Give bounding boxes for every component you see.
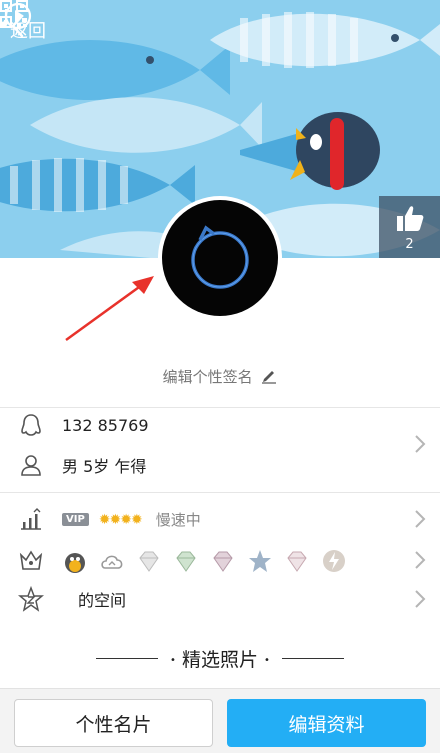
account-number: 132 85769 <box>62 415 149 435</box>
pencil-icon <box>262 371 277 384</box>
dot-icon: • <box>170 655 176 666</box>
qr-code-icon[interactable] <box>0 0 28 28</box>
qzone-row[interactable]: 的空间 <box>0 580 440 618</box>
signature-placeholder: 编辑个性签名 <box>162 368 253 386</box>
diamond-badge-icon <box>139 551 159 572</box>
star-z-icon <box>18 586 44 612</box>
penguin-account-icon <box>21 414 41 436</box>
top-navigation-bar: 返回 <box>0 0 440 60</box>
section-divider-line <box>282 658 344 659</box>
chevron-right-icon <box>415 590 426 608</box>
signature-edit[interactable]: 编辑个性签名 <box>0 366 440 387</box>
thumbs-up-icon <box>397 206 424 231</box>
section-title: • 精选照片 • <box>0 645 440 672</box>
edit-profile-button[interactable]: 编辑资料 <box>227 699 426 747</box>
avatar[interactable] <box>158 196 282 320</box>
vip-row[interactable]: VIP ✹✹✹✹ 慢速中 <box>0 500 440 538</box>
qq-penguin-badge-icon <box>65 553 85 573</box>
chevron-right-icon <box>415 510 426 528</box>
avatar-image <box>162 200 278 316</box>
vip-speed-status: 慢速中 <box>155 511 201 529</box>
cloud-badge-icon <box>101 555 123 569</box>
crown-icon <box>19 550 43 570</box>
edit-profile-label: 编辑资料 <box>288 713 365 736</box>
like-count: 2 <box>405 237 414 252</box>
pointer-arrow-annotation <box>65 276 154 342</box>
divider <box>0 492 440 493</box>
qzone-label: 的空间 <box>78 591 127 610</box>
diamond-badge-icon <box>213 551 233 572</box>
growth-chart-icon <box>21 508 41 530</box>
person-icon <box>21 455 41 476</box>
featured-photos-title: 精选照片 <box>181 649 258 671</box>
chevron-right-icon[interactable] <box>414 434 426 454</box>
diamond-badge-icon <box>287 551 307 572</box>
profile-card-button[interactable]: 个性名片 <box>14 699 213 747</box>
vip-badge: VIP <box>62 513 89 526</box>
ring-logo-image <box>191 225 249 289</box>
chevron-right-icon <box>415 551 426 569</box>
like-button[interactable]: 2 <box>379 196 440 258</box>
vip-status: VIP ✹✹✹✹ 慢速中 <box>62 509 201 530</box>
profile-card-label: 个性名片 <box>75 713 152 736</box>
badge-list <box>62 544 358 578</box>
vip-level-sun-icons: ✹✹✹✹ <box>98 511 143 528</box>
diamond-badge-icon <box>176 551 196 572</box>
lightning-badge-icon <box>323 550 345 572</box>
personal-info-row[interactable]: 男 5岁 乍得 <box>0 446 440 484</box>
bottom-action-bar: 个性名片 编辑资料 <box>0 688 440 753</box>
account-row[interactable]: 132 85769 <box>0 406 440 444</box>
gender-age-location: 男 5岁 乍得 <box>62 457 147 476</box>
dot-icon: • <box>264 655 270 666</box>
star-badge-icon <box>249 550 271 572</box>
